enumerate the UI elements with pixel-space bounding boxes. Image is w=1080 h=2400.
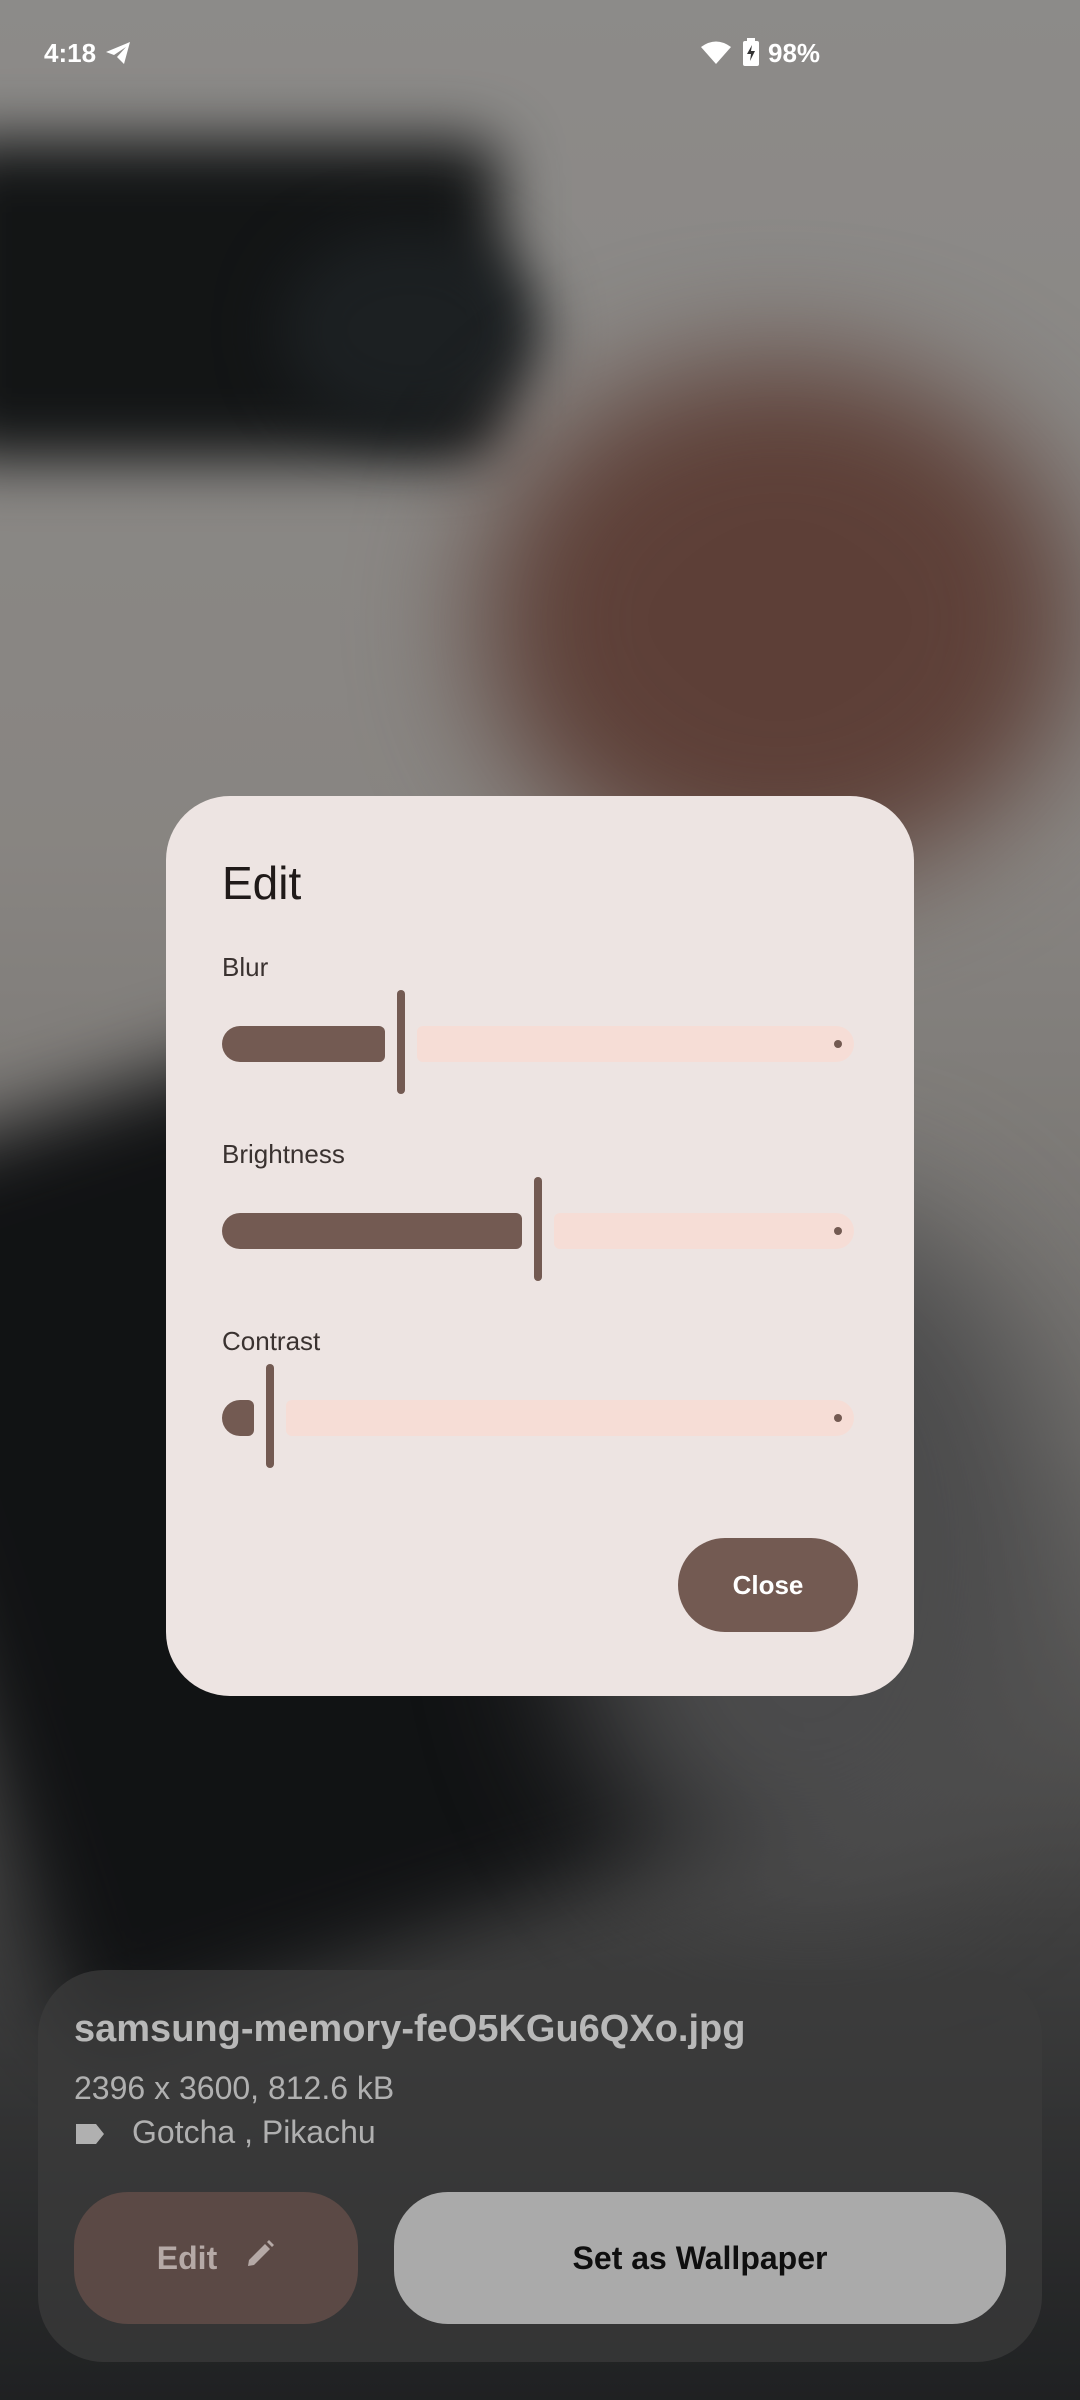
slider-stop-indicator	[834, 1414, 842, 1422]
slider-active-track	[222, 1026, 385, 1062]
edit-dialog: Edit Blur Brightness Contrast Close	[166, 796, 914, 1696]
edit-button-label: Edit	[156, 2239, 218, 2276]
file-meta: 2396 x 3600, 812.6 kB	[74, 2070, 395, 2106]
blur-label: Blur	[222, 952, 269, 982]
pencil-icon	[245, 2239, 275, 2277]
telegram-icon	[104, 40, 132, 71]
slider-inactive-track	[554, 1213, 854, 1249]
battery-charging-icon	[742, 38, 760, 71]
slider-stop-indicator	[834, 1227, 842, 1235]
set-wallpaper-button[interactable]: Set as Wallpaper	[394, 2192, 1006, 2324]
slider-handle[interactable]	[266, 1364, 274, 1468]
blur-slider[interactable]	[222, 990, 854, 1094]
file-name: samsung-memory-feO5KGu6QXo.jpg	[74, 2008, 746, 2050]
contrast-label: Contrast	[222, 1326, 321, 1356]
slider-stop-indicator	[834, 1040, 842, 1048]
status-time: 4:18	[44, 38, 97, 68]
tag-list: Gotcha , Pikachu	[132, 2114, 376, 2150]
contrast-slider[interactable]	[222, 1364, 854, 1468]
label-icon	[74, 2122, 106, 2151]
dialog-title: Edit	[222, 857, 302, 909]
slider-handle[interactable]	[534, 1177, 542, 1281]
brightness-label: Brightness	[222, 1139, 345, 1169]
battery-percent: 98%	[768, 38, 821, 68]
status-bar: 4:18 98%	[0, 0, 1080, 110]
wallpaper-info-panel: samsung-memory-feO5KGu6QXo.jpg 2396 x 36…	[38, 1970, 1042, 2362]
slider-handle[interactable]	[397, 990, 405, 1094]
close-button[interactable]: Close	[678, 1538, 858, 1632]
brightness-slider[interactable]	[222, 1177, 854, 1281]
slider-active-track	[222, 1400, 254, 1436]
slider-inactive-track	[417, 1026, 854, 1062]
slider-inactive-track	[286, 1400, 854, 1436]
slider-active-track	[222, 1213, 522, 1249]
wifi-icon	[700, 40, 732, 71]
edit-button[interactable]: Edit	[74, 2192, 358, 2324]
